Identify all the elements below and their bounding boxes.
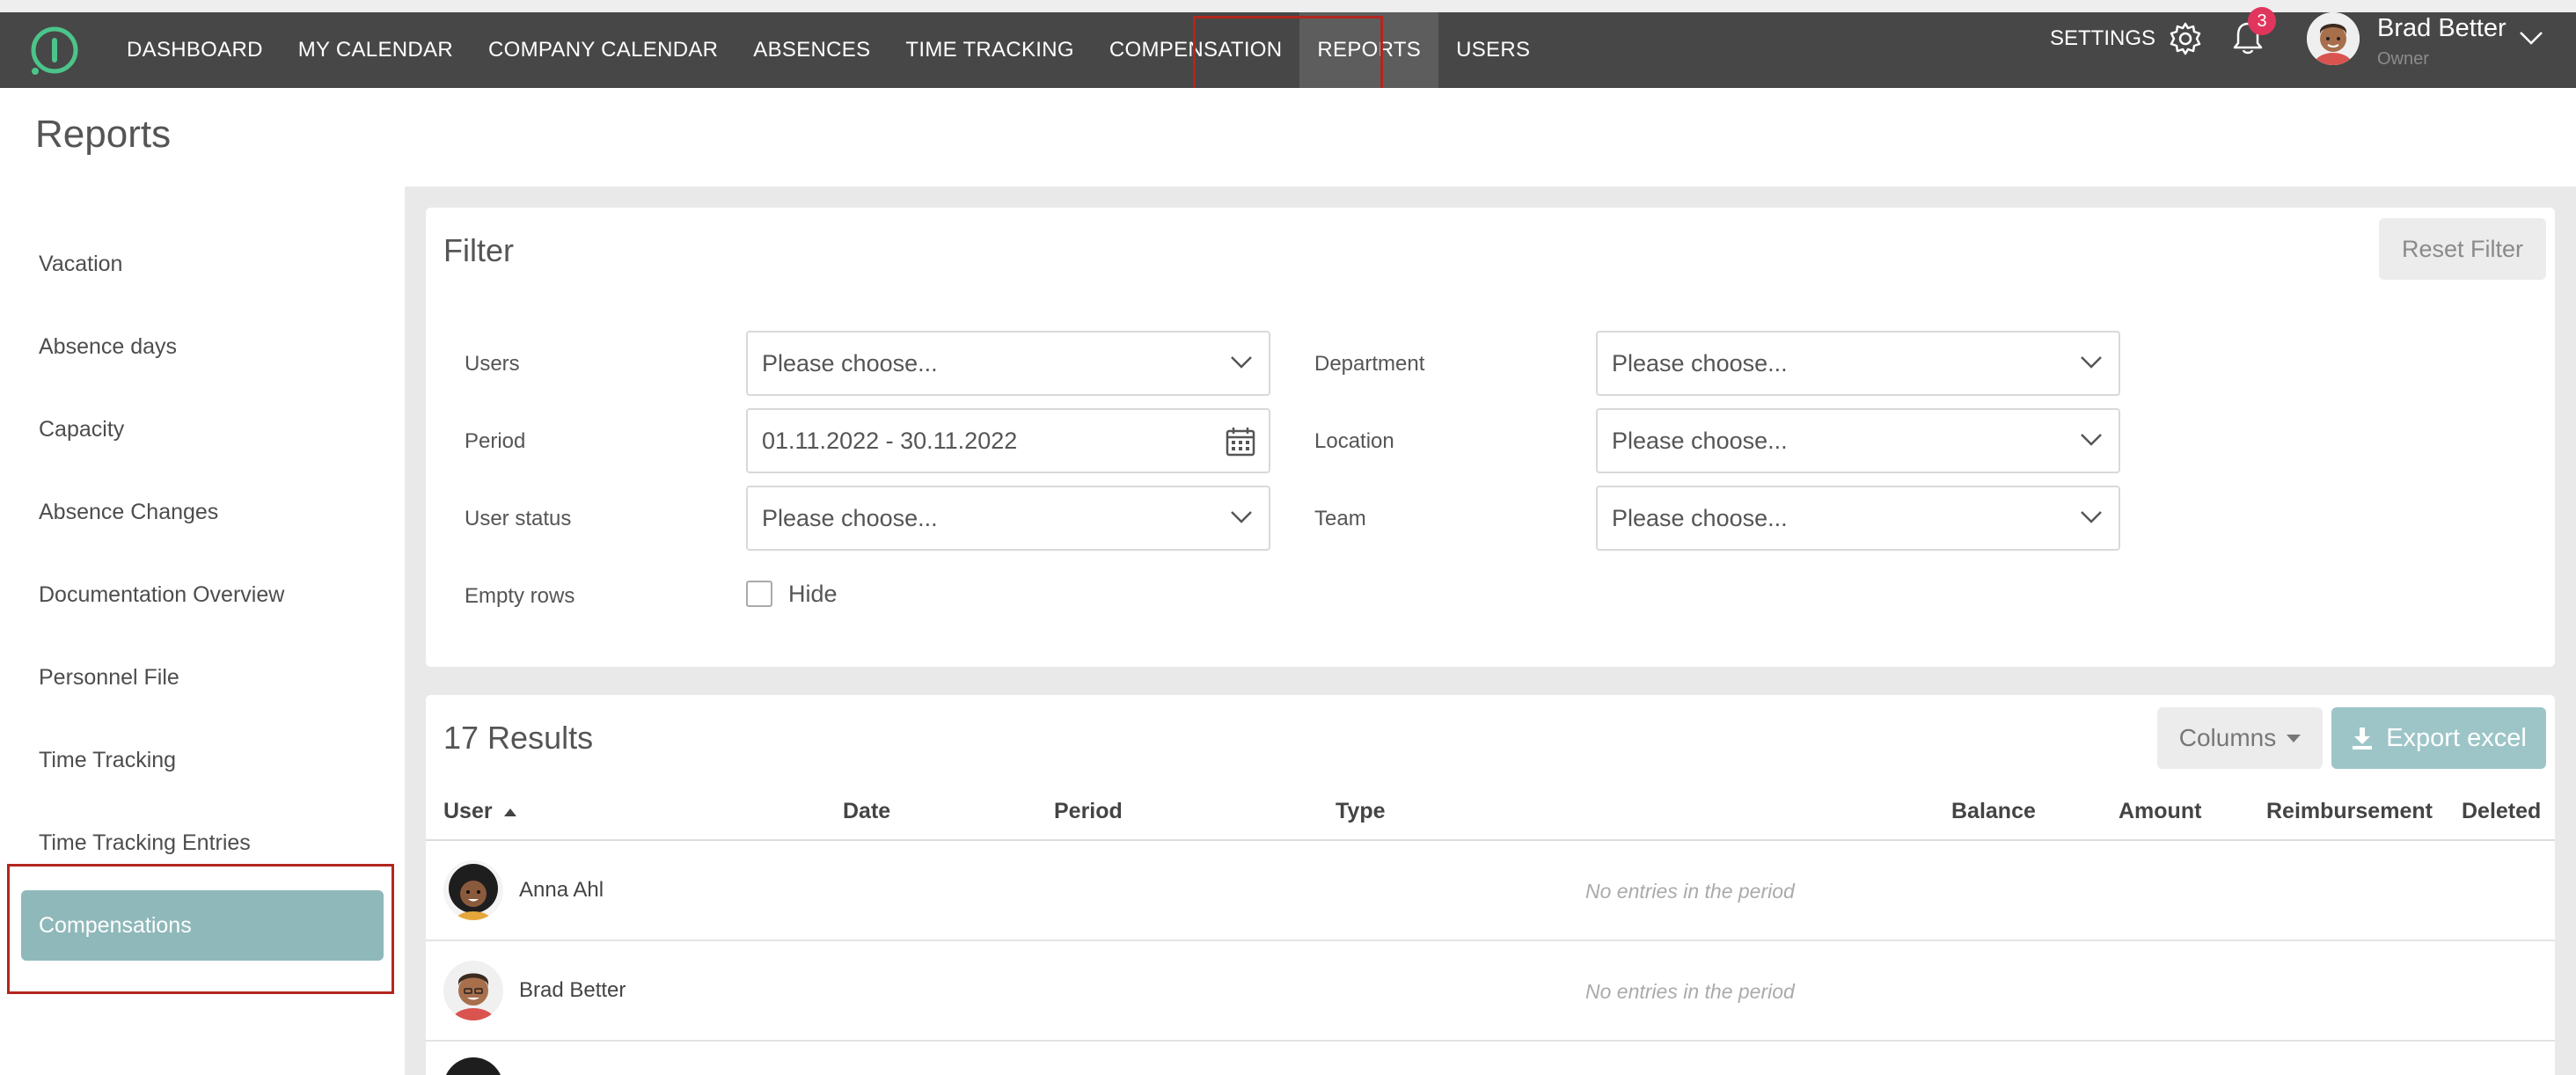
page-title: Reports [35, 113, 172, 156]
sidebar-item-absence-days[interactable]: Absence days [39, 334, 177, 360]
avatar [443, 961, 503, 1020]
column-header-type[interactable]: Type [1336, 799, 1386, 824]
main-nav: DASHBOARD MY CALENDAR COMPANY CALENDAR A… [109, 12, 1548, 88]
page-header: Reports [0, 88, 2576, 186]
settings-label: SETTINGS [2050, 26, 2156, 50]
department-select[interactable]: Please choose... [1596, 331, 2120, 396]
location-select[interactable]: Please choose... [1596, 408, 2120, 473]
sidebar-item-documentation-overview[interactable]: Documentation Overview [39, 582, 284, 608]
column-header-user[interactable]: User [443, 799, 516, 824]
nav-company-calendar[interactable]: COMPANY CALENDAR [471, 12, 735, 88]
notification-badge: 3 [2248, 7, 2276, 35]
column-header-user-label: User [443, 799, 493, 823]
chevron-down-icon [1231, 511, 1252, 523]
nav-dashboard[interactable]: DASHBOARD [109, 12, 281, 88]
sidebar-item-time-tracking-entries[interactable]: Time Tracking Entries [39, 830, 251, 856]
sidebar-item-absence-changes[interactable]: Absence Changes [39, 500, 218, 525]
hide-empty-rows-checkbox[interactable] [746, 581, 772, 607]
user-role: Owner [2377, 49, 2429, 69]
team-select[interactable]: Please choose... [1596, 486, 2120, 551]
period-value: 01.11.2022 - 30.11.2022 [762, 427, 1018, 454]
table-row[interactable]: Brad Better No entries in the period [426, 941, 2555, 1042]
team-label: Team [1314, 507, 1366, 530]
filter-title: Filter [443, 232, 514, 268]
user-status-select[interactable]: Please choose... [746, 486, 1270, 551]
chevron-down-icon[interactable] [2518, 30, 2544, 46]
avatar [443, 1057, 503, 1075]
gear-icon [2170, 22, 2201, 55]
department-label: Department [1314, 352, 1425, 376]
avatar [443, 860, 503, 920]
period-label: Period [465, 429, 526, 453]
department-select-value: Please choose... [1612, 349, 1788, 377]
filter-card: Filter Reset Filter Users Please choose.… [426, 208, 2555, 667]
results-count-title: 17 Results [443, 720, 594, 756]
team-select-value: Please choose... [1612, 504, 1788, 531]
user-status-select-value: Please choose... [762, 504, 938, 531]
results-card: 17 Results Columns Export excel User Dat… [426, 695, 2555, 1075]
download-icon [2353, 728, 2373, 750]
sidebar-item-vacation[interactable]: Vacation [39, 252, 122, 277]
column-header-balance[interactable]: Balance [1951, 799, 2036, 824]
empty-rows-label: Empty rows [465, 584, 575, 608]
chevron-down-icon [2081, 511, 2102, 523]
users-label: Users [465, 352, 520, 376]
columns-dropdown-button[interactable]: Columns [2157, 707, 2323, 769]
avatar[interactable] [2307, 12, 2360, 65]
column-header-period[interactable]: Period [1054, 799, 1123, 824]
row-user-name[interactable]: Brad Better [519, 978, 626, 1003]
window-top-strip [0, 0, 2576, 12]
nav-absences[interactable]: ABSENCES [735, 12, 888, 88]
sidebar-item-capacity[interactable]: Capacity [39, 417, 124, 442]
app-logo-icon[interactable] [28, 26, 79, 77]
sidebar-item-time-tracking[interactable]: Time Tracking [39, 748, 176, 773]
sort-ascending-icon [503, 808, 516, 816]
user-status-label: User status [465, 507, 572, 530]
columns-label: Columns [2178, 724, 2277, 751]
user-name[interactable]: Brad Better [2377, 14, 2506, 43]
sidebar-item-compensations[interactable]: Compensations [21, 890, 384, 961]
export-excel-button[interactable]: Export excel [2331, 707, 2546, 769]
column-header-date[interactable]: Date [843, 799, 890, 824]
nav-users[interactable]: USERS [1438, 12, 1548, 88]
period-date-range-input[interactable]: 01.11.2022 - 30.11.2022 [746, 408, 1270, 473]
export-label: Export excel [2386, 723, 2527, 752]
chevron-down-icon [1231, 356, 1252, 369]
row-empty-note: No entries in the period [1585, 980, 1795, 1003]
nav-compensation[interactable]: COMPENSATION [1092, 12, 1300, 88]
chevron-down-icon [2081, 356, 2102, 369]
table-row[interactable]: Anna Ahl No entries in the period [426, 841, 2555, 941]
location-select-value: Please choose... [1612, 427, 1788, 454]
calendar-icon[interactable] [1225, 426, 1256, 457]
sidebar-item-personnel-file[interactable]: Personnel File [39, 665, 179, 691]
column-header-reimbursement[interactable]: Reimbursement [2266, 799, 2433, 824]
column-header-deleted[interactable]: Deleted [2462, 799, 2541, 824]
location-label: Location [1314, 429, 1394, 453]
column-header-amount[interactable]: Amount [2119, 799, 2201, 824]
users-select-value: Please choose... [762, 349, 938, 377]
row-empty-note: No entries in the period [1585, 880, 1795, 903]
reset-filter-button[interactable]: Reset Filter [2379, 218, 2546, 280]
nav-time-tracking[interactable]: TIME TRACKING [888, 12, 1091, 88]
users-select[interactable]: Please choose... [746, 331, 1270, 396]
caret-down-icon [2287, 734, 2302, 742]
settings-link[interactable]: SETTINGS [2050, 21, 2203, 56]
nav-my-calendar[interactable]: MY CALENDAR [281, 12, 471, 88]
hide-checkbox-label[interactable]: Hide [788, 581, 838, 608]
chevron-down-icon [2081, 434, 2102, 446]
nav-reports[interactable]: REPORTS [1299, 12, 1439, 88]
row-user-name[interactable]: Anna Ahl [519, 878, 604, 903]
